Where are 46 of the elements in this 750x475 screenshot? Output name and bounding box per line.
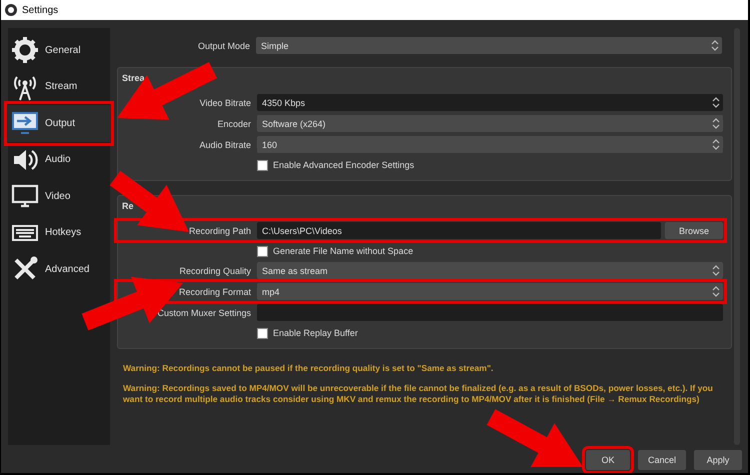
sidebar-item[interactable]: Advanced — [8, 251, 110, 288]
updown-icon[interactable] — [712, 264, 720, 277]
app-icon — [5, 4, 17, 16]
field-label: Video Bitrate — [198, 98, 251, 108]
updown-icon[interactable] — [712, 117, 720, 130]
checkbox[interactable] — [257, 328, 268, 338]
field-label: Audio Bitrate — [198, 140, 251, 150]
updown-icon[interactable] — [711, 39, 719, 52]
checkbox[interactable] — [257, 246, 268, 256]
dropdown[interactable]: Software (x264) — [257, 115, 723, 132]
spin-box[interactable]: 4350 Kbps — [257, 94, 723, 111]
dropdown[interactable]: Same as stream — [257, 262, 723, 279]
warning-text: Warning: Recordings cannot be paused if the recording quality is set to "Same as stream". — [123, 363, 494, 374]
checkbox-label: Enable Replay Buffer — [273, 328, 358, 338]
field-label: Output Mode — [196, 40, 250, 50]
field-label: Recording Format — [178, 286, 251, 296]
dialog-button[interactable]: Apply — [694, 450, 742, 470]
checkbox-label: Enable Advanced Encoder Settings — [273, 160, 414, 170]
updown-icon[interactable] — [712, 285, 720, 298]
browse-button[interactable]: Browse — [665, 222, 723, 239]
checkbox[interactable] — [257, 160, 268, 170]
dropdown[interactable]: Simple — [256, 37, 722, 54]
field-label: Recording Quality — [178, 266, 251, 276]
dropdown[interactable]: 160 — [257, 136, 723, 153]
sidebar-item[interactable]: General — [8, 32, 110, 68]
path-field[interactable]: C:\Users\PC\Videos — [257, 222, 661, 239]
gear-icon — [11, 36, 39, 64]
field-label: Custom Muxer Settings — [156, 308, 251, 318]
updown-icon[interactable] — [712, 138, 720, 151]
group-title: Strea — [121, 72, 146, 85]
sidebar-item[interactable]: Output — [8, 105, 110, 142]
group-title: Re — [121, 200, 135, 213]
sidebar-item[interactable]: Video — [8, 178, 110, 214]
sidebar-item[interactable]: Audio — [8, 142, 110, 178]
dialog-button[interactable]: Cancel — [638, 450, 686, 470]
checkbox-label: Generate File Name without Space — [273, 246, 414, 256]
field-label: Encoder — [216, 118, 251, 128]
dropdown[interactable]: mp4 — [257, 283, 723, 300]
window-title: Settings — [22, 4, 58, 16]
warning-text: Warning: Recordings saved to MP4/MOV will be unrecoverable if the file cannot be finalized (e.g. as a result of BSODs, power losses, etc.). If you want to record multiple audio tracks consider using MKV and remux the recording to MP4/MOV after it is finished (File → Remux Recordings) — [123, 383, 714, 405]
sidebar-item[interactable]: Stream — [8, 68, 110, 105]
sidebar-item[interactable]: Hotkeys — [8, 214, 110, 251]
stepper-icon[interactable] — [712, 96, 720, 109]
text-field[interactable] — [257, 304, 723, 321]
field-label: Recording Path — [188, 226, 251, 236]
dialog-button[interactable]: OK — [586, 450, 630, 470]
